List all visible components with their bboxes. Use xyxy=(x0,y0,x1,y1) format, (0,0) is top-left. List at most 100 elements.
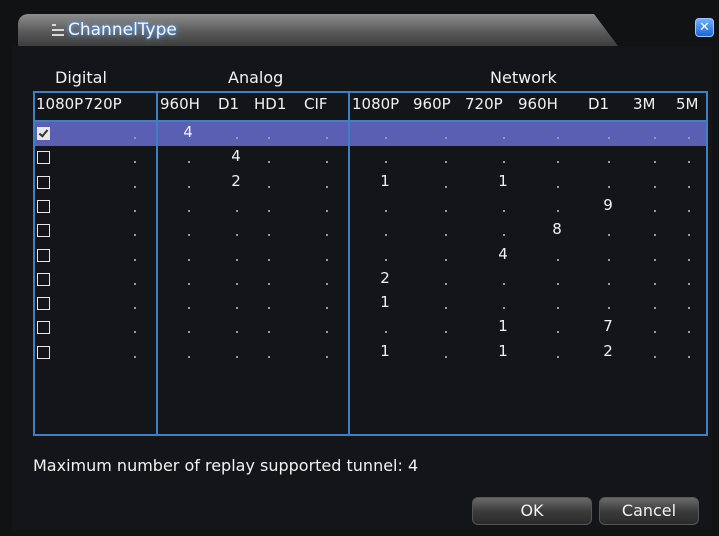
empty-cell-dot[interactable] xyxy=(326,185,328,188)
empty-cell-dot[interactable] xyxy=(188,185,190,188)
cell-value[interactable]: 9 xyxy=(593,196,623,214)
empty-cell-dot[interactable] xyxy=(557,258,559,261)
empty-cell-dot[interactable] xyxy=(688,258,690,261)
empty-cell-dot[interactable] xyxy=(557,209,559,212)
empty-cell-dot[interactable] xyxy=(654,282,656,285)
empty-cell-dot[interactable] xyxy=(557,185,559,188)
empty-cell-dot[interactable] xyxy=(688,331,690,334)
cell-value[interactable]: 4 xyxy=(173,123,203,141)
empty-cell-dot[interactable] xyxy=(134,137,136,139)
empty-cell-dot[interactable] xyxy=(654,234,656,237)
empty-cell-dot[interactable] xyxy=(188,307,190,310)
empty-cell-dot[interactable] xyxy=(688,137,690,139)
empty-cell-dot[interactable] xyxy=(608,185,610,188)
empty-cell-dot[interactable] xyxy=(188,355,190,358)
empty-cell-dot[interactable] xyxy=(385,331,387,334)
empty-cell-dot[interactable] xyxy=(268,258,270,261)
empty-cell-dot[interactable] xyxy=(326,307,328,310)
empty-cell-dot[interactable] xyxy=(445,137,447,139)
empty-cell-dot[interactable] xyxy=(268,137,270,139)
empty-cell-dot[interactable] xyxy=(445,209,447,212)
empty-cell-dot[interactable] xyxy=(236,234,238,237)
empty-cell-dot[interactable] xyxy=(557,161,559,164)
empty-cell-dot[interactable] xyxy=(268,209,270,212)
empty-cell-dot[interactable] xyxy=(134,258,136,261)
cell-value[interactable]: 7 xyxy=(593,317,623,335)
row-checkbox[interactable] xyxy=(37,321,50,335)
empty-cell-dot[interactable] xyxy=(445,355,447,358)
empty-cell-dot[interactable] xyxy=(654,209,656,212)
empty-cell-dot[interactable] xyxy=(608,282,610,285)
empty-cell-dot[interactable] xyxy=(236,282,238,285)
empty-cell-dot[interactable] xyxy=(385,234,387,237)
cell-value[interactable]: 2 xyxy=(593,342,623,360)
cancel-button[interactable]: Cancel xyxy=(599,497,699,525)
cell-value[interactable]: 1 xyxy=(370,342,400,360)
row-checkbox[interactable] xyxy=(37,224,50,238)
empty-cell-dot[interactable] xyxy=(326,137,328,139)
row-checkbox[interactable] xyxy=(37,199,50,213)
empty-cell-dot[interactable] xyxy=(503,161,505,164)
empty-cell-dot[interactable] xyxy=(236,331,238,334)
empty-cell-dot[interactable] xyxy=(445,161,447,164)
empty-cell-dot[interactable] xyxy=(188,331,190,334)
cell-value[interactable]: 2 xyxy=(221,172,251,190)
empty-cell-dot[interactable] xyxy=(134,355,136,358)
cell-value[interactable]: 1 xyxy=(370,172,400,190)
empty-cell-dot[interactable] xyxy=(503,137,505,139)
empty-cell-dot[interactable] xyxy=(503,234,505,237)
row-checkbox[interactable] xyxy=(37,151,50,165)
empty-cell-dot[interactable] xyxy=(134,161,136,164)
cell-value[interactable]: 2 xyxy=(370,269,400,287)
empty-cell-dot[interactable] xyxy=(326,331,328,334)
empty-cell-dot[interactable] xyxy=(688,355,690,358)
row-checkbox[interactable] xyxy=(37,297,50,311)
cell-value[interactable]: 1 xyxy=(488,342,518,360)
empty-cell-dot[interactable] xyxy=(326,282,328,285)
empty-cell-dot[interactable] xyxy=(688,161,690,164)
empty-cell-dot[interactable] xyxy=(134,209,136,212)
empty-cell-dot[interactable] xyxy=(326,355,328,358)
cell-value[interactable]: 8 xyxy=(542,220,572,238)
empty-cell-dot[interactable] xyxy=(654,331,656,334)
ok-button[interactable]: OK xyxy=(472,497,592,525)
cell-value[interactable]: 4 xyxy=(221,147,251,165)
empty-cell-dot[interactable] xyxy=(385,258,387,261)
empty-cell-dot[interactable] xyxy=(445,307,447,310)
empty-cell-dot[interactable] xyxy=(268,282,270,285)
empty-cell-dot[interactable] xyxy=(326,234,328,237)
empty-cell-dot[interactable] xyxy=(134,282,136,285)
empty-cell-dot[interactable] xyxy=(268,185,270,188)
empty-cell-dot[interactable] xyxy=(688,282,690,285)
empty-cell-dot[interactable] xyxy=(134,307,136,310)
row-checkbox[interactable] xyxy=(37,272,50,286)
empty-cell-dot[interactable] xyxy=(236,307,238,310)
empty-cell-dot[interactable] xyxy=(188,282,190,285)
empty-cell-dot[interactable] xyxy=(445,258,447,261)
empty-cell-dot[interactable] xyxy=(557,331,559,334)
empty-cell-dot[interactable] xyxy=(445,234,447,237)
empty-cell-dot[interactable] xyxy=(503,307,505,310)
empty-cell-dot[interactable] xyxy=(557,137,559,139)
row-checkbox[interactable] xyxy=(37,345,50,359)
empty-cell-dot[interactable] xyxy=(654,355,656,358)
empty-cell-dot[interactable] xyxy=(557,282,559,285)
empty-cell-dot[interactable] xyxy=(608,307,610,310)
empty-cell-dot[interactable] xyxy=(326,161,328,164)
empty-cell-dot[interactable] xyxy=(445,185,447,188)
empty-cell-dot[interactable] xyxy=(688,234,690,237)
empty-cell-dot[interactable] xyxy=(236,209,238,212)
row-checkbox[interactable] xyxy=(37,175,50,189)
empty-cell-dot[interactable] xyxy=(654,307,656,310)
empty-cell-dot[interactable] xyxy=(268,307,270,310)
empty-cell-dot[interactable] xyxy=(236,355,238,358)
empty-cell-dot[interactable] xyxy=(268,161,270,164)
close-icon[interactable]: ✕ xyxy=(695,18,714,37)
empty-cell-dot[interactable] xyxy=(134,185,136,188)
empty-cell-dot[interactable] xyxy=(445,331,447,334)
empty-cell-dot[interactable] xyxy=(608,258,610,261)
empty-cell-dot[interactable] xyxy=(188,234,190,237)
cell-value[interactable]: 1 xyxy=(370,293,400,311)
empty-cell-dot[interactable] xyxy=(326,209,328,212)
empty-cell-dot[interactable] xyxy=(688,307,690,310)
